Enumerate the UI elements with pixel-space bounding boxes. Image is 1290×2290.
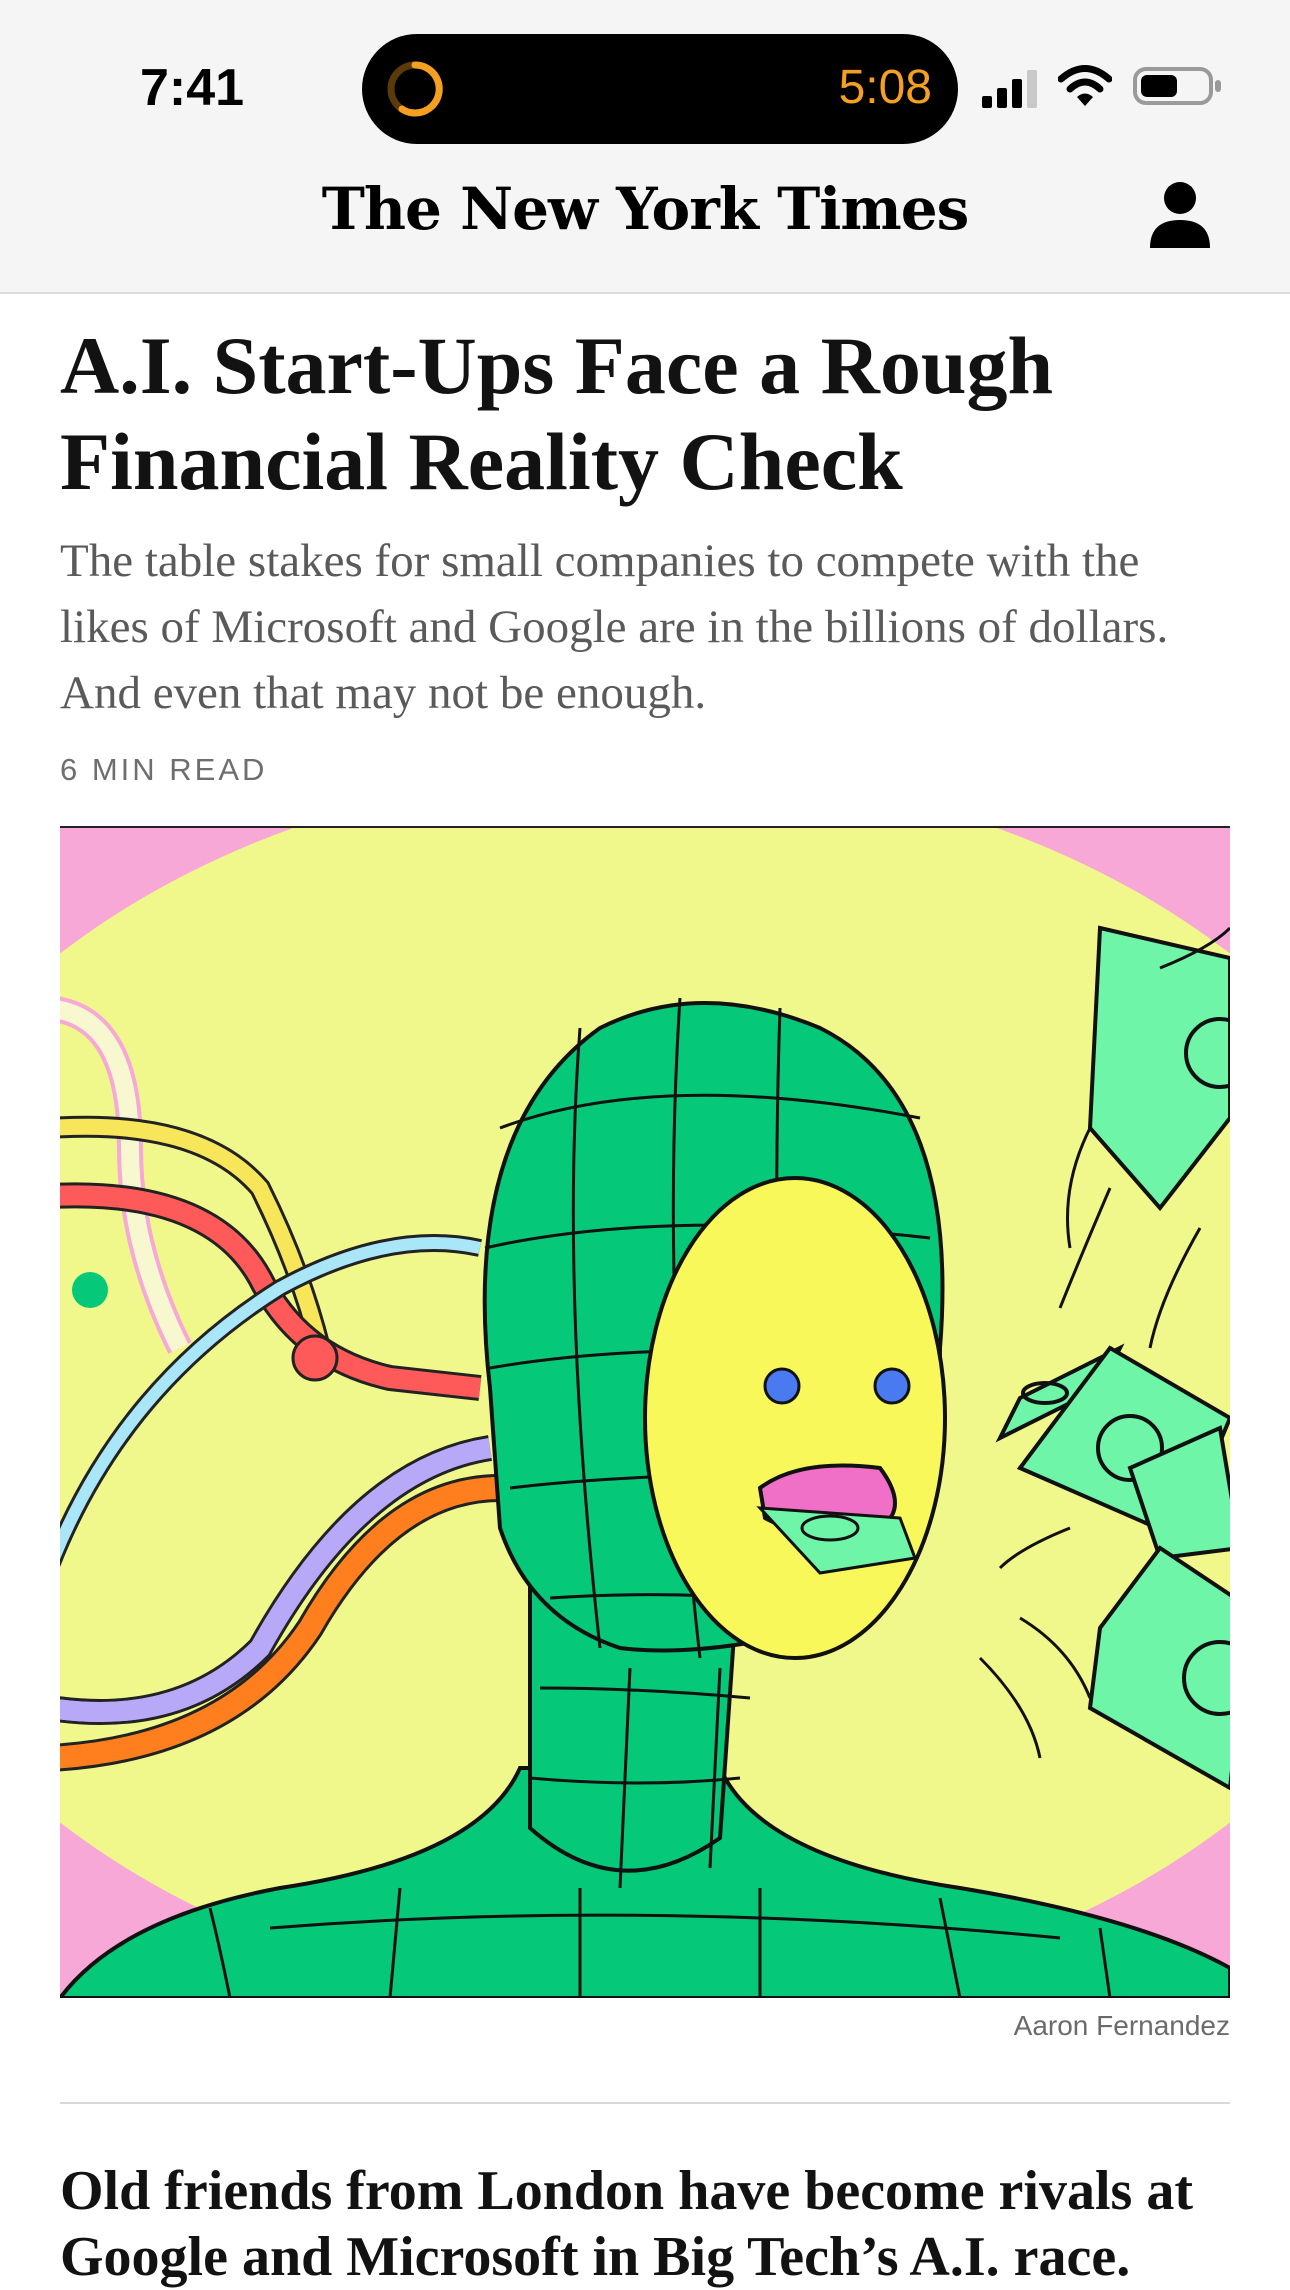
article-summary[interactable]: The table stakes for small companies to … bbox=[60, 528, 1230, 726]
status-bar-time: 7:41 bbox=[140, 59, 245, 117]
cellular-signal-icon bbox=[982, 70, 1037, 108]
next-article-headline[interactable]: Old friends from London have become riva… bbox=[60, 2158, 1240, 2290]
dynamic-island[interactable]: 5:08 bbox=[362, 34, 958, 144]
robot-head-illustration bbox=[60, 828, 1230, 1998]
battery-icon bbox=[1133, 67, 1221, 105]
article-illustration[interactable] bbox=[60, 826, 1230, 1998]
island-timer: 5:08 bbox=[838, 61, 932, 114]
read-time: 6 MIN READ bbox=[60, 752, 268, 787]
image-credit: Aaron Fernandez bbox=[1013, 2010, 1230, 2041]
wifi-icon bbox=[1058, 65, 1112, 106]
timer-ring-icon bbox=[387, 61, 443, 117]
article-headline[interactable]: A.I. Start-Ups Face a Rough Financial Re… bbox=[60, 318, 1230, 510]
top-chrome: 7:41 5:08 The New York Times bbox=[0, 0, 1290, 294]
masthead-logo[interactable]: The New York Times bbox=[0, 175, 1290, 243]
article-divider bbox=[60, 2102, 1230, 2104]
person-icon[interactable] bbox=[1148, 180, 1212, 250]
